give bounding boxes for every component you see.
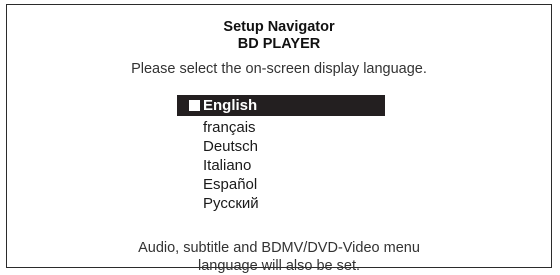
language-label: Русский [203,195,259,212]
language-option-deutsch[interactable]: Deutsch [177,137,385,156]
setup-navigator-screen: Setup Navigator BD PLAYER Please select … [6,4,552,274]
footer-line: Audio, subtitle and BDMV/DVD-Video menu [138,240,420,256]
language-option-italiano[interactable]: Italiano [177,156,385,175]
language-label: Deutsch [203,138,259,155]
screen-title: Setup Navigator [223,19,335,35]
language-option-espanol[interactable]: Español [177,175,385,194]
selection-marker-icon [189,100,200,111]
language-label: English [203,97,258,114]
footer-line: language will also be set. [197,258,361,274]
screen-subtitle: BD PLAYER [237,36,321,52]
language-list: English français Deutsch Italiano Españo… [177,95,385,213]
language-label: Español [203,176,258,193]
language-label: Italiano [203,157,252,174]
language-option-english[interactable]: English [177,95,385,116]
language-option-francais[interactable]: français [177,118,385,137]
instruction-text: Please select the on-screen display lang… [131,61,427,77]
language-label: français [203,119,256,136]
language-option-russian[interactable]: Русский [177,194,385,213]
